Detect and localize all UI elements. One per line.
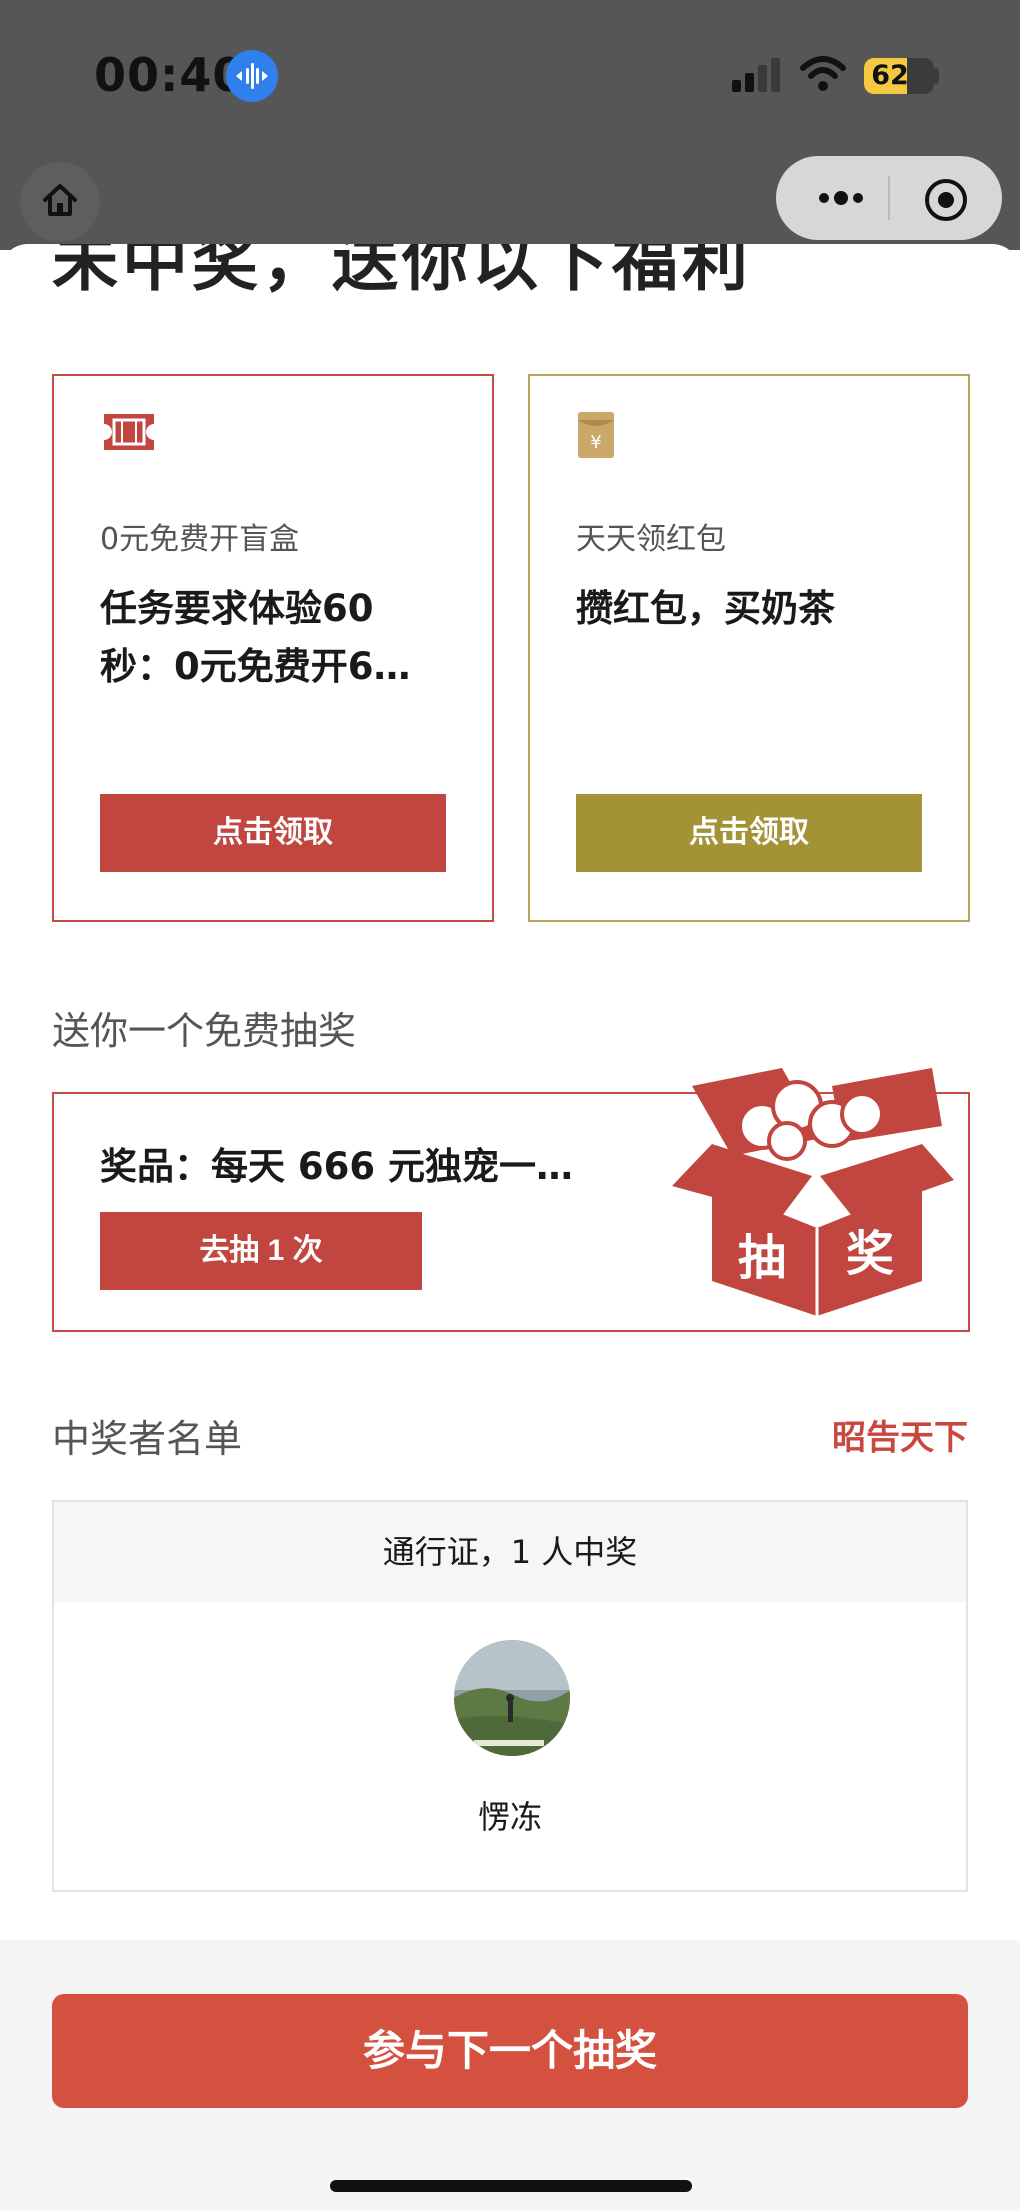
target-icon[interactable] (922, 176, 970, 224)
battery-percent: 62 (871, 60, 909, 91)
winners-summary: 通行证，1 人中奖 (54, 1502, 966, 1602)
claim-red-envelope-button[interactable]: 点击领取 (576, 794, 922, 872)
wifi-icon (800, 56, 846, 91)
winners-section-title: 中奖者名单 (52, 1417, 243, 1461)
more-icon[interactable] (806, 176, 876, 220)
top-bar: 00:40 62 (0, 0, 1020, 250)
announce-link[interactable]: 昭告天下 (832, 1410, 968, 1459)
red-envelope-card: ¥ 天天领红包 攒红包，买奶茶 点击领取 (528, 374, 970, 922)
blind-box-card: 0元免费开盲盒 任务要求体验60秒：0元免费开6… 点击领取 (52, 374, 494, 922)
voice-icon (226, 50, 278, 102)
svg-text:¥: ¥ (590, 432, 601, 453)
status-time: 00:40 (94, 48, 246, 102)
avatar[interactable] (454, 1640, 570, 1756)
ticket-icon (104, 414, 154, 450)
battery-icon: 62 (864, 58, 934, 94)
card-description: 攒红包，买奶茶 (576, 587, 835, 630)
winner-name: 愣冻 (477, 1798, 542, 1836)
bottom-bar: 参与下一个抽奖 (0, 1940, 1020, 2211)
card-kicker: 天天领红包 (576, 522, 726, 557)
gift-box-icon: 抽 奖 (672, 1068, 954, 1316)
signal-icon (732, 58, 780, 92)
home-button[interactable] (20, 162, 100, 242)
card-description: 任务要求体验60秒：0元免费开6… (100, 587, 411, 688)
draw-once-button[interactable]: 去抽 1 次 (100, 1212, 422, 1290)
join-next-lottery-button[interactable]: 参与下一个抽奖 (52, 1994, 968, 2108)
lottery-section-title: 送你一个免费抽奖 (52, 1009, 357, 1053)
claim-blind-box-button[interactable]: 点击领取 (100, 794, 446, 872)
home-indicator (330, 2180, 692, 2192)
box-char-2: 奖 (846, 1226, 894, 1282)
red-envelope-icon: ¥ (578, 412, 614, 458)
page-title: 未中奖，送你以下福利 (52, 244, 752, 300)
home-icon (43, 184, 77, 216)
winners-card: 通行证，1 人中奖 愣冻 (52, 1500, 968, 1892)
content-sheet: 未中奖，送你以下福利 0元免费开盲盒 任务要求体验60秒：0元免费开6… 点击领… (0, 244, 1020, 1944)
lottery-prize: 奖品：每天 666 元独宠一… (100, 1145, 573, 1188)
box-char-1: 抽 (738, 1230, 786, 1286)
card-kicker: 0元免费开盲盒 (100, 522, 300, 557)
mini-program-capsule (776, 156, 1002, 240)
